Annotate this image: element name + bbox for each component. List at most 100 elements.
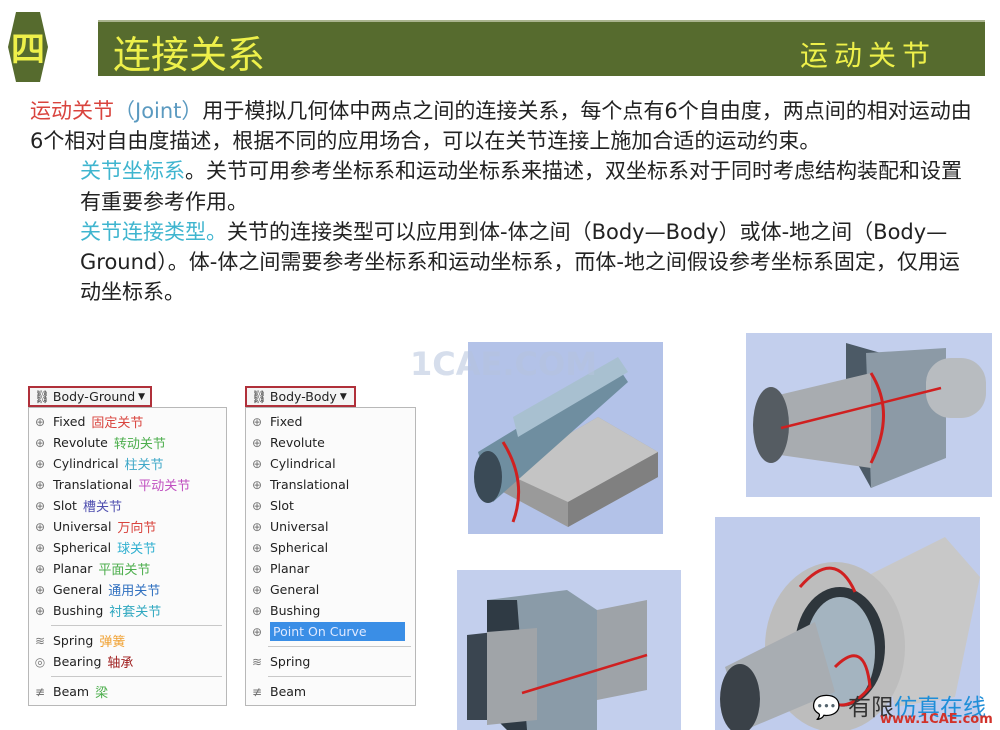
joint-icon: ⊕: [34, 435, 46, 450]
item-label: Translational: [270, 477, 350, 492]
joint-icon: ⊕: [34, 519, 46, 534]
paragraph-coord: 关节坐标系。关节可用参考坐标系和运动坐标系来描述，双坐标系对于同时考虑结构装配和…: [30, 156, 975, 216]
paragraph-text: 。关节可用参考坐标系和运动坐标系来描述，双坐标系对于同时考虑结构装配和设置有重要…: [80, 159, 962, 214]
menu-item-planar[interactable]: ⊕ Planar 平面关节: [29, 558, 226, 579]
item-chinese-label: 梁: [95, 686, 109, 701]
item-label: Beam: [270, 684, 307, 699]
item-chinese-label: 转动关节: [113, 437, 166, 452]
joint-icon: ⊕: [251, 456, 263, 471]
item-label: Fixed: [53, 414, 86, 429]
watermark-url: www.1CAE.com: [880, 712, 993, 727]
menu-item-spherical[interactable]: ⊕ Spherical 球关节: [29, 537, 226, 558]
menu-item-revolute[interactable]: ⊕ Revolute: [246, 432, 415, 453]
body-body-dropdown[interactable]: ⛓ Body-Body ▼: [245, 386, 356, 407]
menu-item-bearing[interactable]: ◎ Bearing 轴承: [29, 651, 226, 672]
joint-icon: ⊕: [34, 498, 46, 513]
joint-icon: ⊕: [34, 414, 46, 429]
joint-connection-icon: ⛓: [251, 388, 267, 404]
chevron-down-icon: ▼: [138, 391, 146, 402]
wechat-icon: 💬: [812, 695, 841, 721]
menu-separator: [268, 646, 411, 647]
menu-item-universal[interactable]: ⊕ Universal 万向节: [29, 516, 226, 537]
term-types: 关节连接类型。: [80, 219, 227, 244]
menu-item-bushing[interactable]: ⊕ Bushing 衬套关节: [29, 600, 226, 621]
body-ground-menu: ⛓ Body-Ground ▼ ⊕ Fixed 固定关节 ⊕ Revolute 转动关节 ⊕ Cy…: [28, 386, 227, 706]
item-label: Planar: [270, 561, 310, 576]
section-number: 四: [11, 30, 45, 70]
joint-icon: ⊕: [251, 561, 263, 576]
body-ground-list: ⊕ Fixed 固定关节 ⊕ Revolute 转动关节 ⊕ Cylindrical 柱关节 ⊕ T…: [28, 407, 227, 706]
menu-separator: [51, 625, 222, 626]
item-chinese-label: 柱关节: [124, 458, 164, 473]
item-label: Universal: [270, 519, 329, 534]
item-label: Bushing: [270, 603, 321, 618]
item-label: Cylindrical: [53, 456, 119, 471]
item-label: Slot: [270, 498, 294, 513]
paragraph-types: 关节连接类型。关节的连接类型可以应用到体-体之间（Body—Body）或体-地之…: [30, 217, 975, 308]
beam-icon: ≢: [34, 684, 46, 699]
body-body-menu: ⛓ Body-Body ▼ ⊕ Fixed ⊕ Revolute ⊕ Cylindrical ⊕…: [245, 386, 416, 706]
menu-separator: [268, 676, 411, 677]
dropdown-label: Body-Ground: [52, 389, 136, 404]
menu-item-point-on-curve[interactable]: ⊕ Point On Curve: [246, 621, 415, 642]
cylindrical-joint-image: [746, 333, 992, 497]
body-text: 运动关节（Joint）用于模拟几何体中两点之间的连接关系，每个点有6个自由度，两…: [30, 96, 975, 307]
slide-subtitle: 运动关节: [800, 39, 937, 72]
joint-icon: ⊕: [34, 540, 46, 555]
item-label: Bearing: [53, 654, 102, 669]
item-label: Spherical: [270, 540, 329, 555]
item-label: Spring: [270, 654, 311, 669]
menu-item-fixed[interactable]: ⊕ Fixed 固定关节: [29, 411, 226, 432]
menu-item-beam[interactable]: ≢ Beam 梁: [29, 681, 226, 702]
menu-item-slot[interactable]: ⊕ Slot: [246, 495, 415, 516]
menu-item-bushing[interactable]: ⊕ Bushing: [246, 600, 415, 621]
item-label: Spring: [53, 633, 94, 648]
item-label: Beam: [53, 684, 90, 699]
menu-item-slot[interactable]: ⊕ Slot 槽关节: [29, 495, 226, 516]
menu-item-spring[interactable]: ≋ Spring: [246, 651, 415, 672]
item-chinese-label: 弹簧: [99, 635, 126, 650]
menu-item-cylindrical[interactable]: ⊕ Cylindrical 柱关节: [29, 453, 226, 474]
menu-item-universal[interactable]: ⊕ Universal: [246, 516, 415, 537]
translational-joint-image: [457, 570, 681, 730]
item-label: Spherical: [53, 540, 112, 555]
item-chinese-label: 球关节: [117, 542, 157, 557]
menu-item-spring[interactable]: ≋ Spring 弹簧: [29, 630, 226, 651]
menu-item-spherical[interactable]: ⊕ Spherical: [246, 537, 415, 558]
body-body-list: ⊕ Fixed ⊕ Revolute ⊕ Cylindrical ⊕ Translationa…: [245, 407, 416, 706]
item-chinese-label: 万向节: [117, 521, 157, 536]
item-label: General: [270, 582, 320, 597]
menu-item-general[interactable]: ⊕ General: [246, 579, 415, 600]
item-chinese-label: 平动关节: [138, 479, 191, 494]
menu-item-fixed[interactable]: ⊕ Fixed: [246, 411, 415, 432]
joint-icon: ⊕: [251, 603, 263, 618]
item-label: Revolute: [53, 435, 108, 450]
joint-icon: ⊕: [34, 561, 46, 576]
item-label: Universal: [53, 519, 112, 534]
joint-icon: ⊕: [251, 582, 263, 597]
item-label: Bushing: [53, 603, 104, 618]
body-ground-dropdown[interactable]: ⛓ Body-Ground ▼: [28, 386, 152, 407]
paragraph-joint: 运动关节（Joint）用于模拟几何体中两点之间的连接关系，每个点有6个自由度，两…: [30, 96, 975, 156]
menu-item-revolute[interactable]: ⊕ Revolute 转动关节: [29, 432, 226, 453]
menu-item-general[interactable]: ⊕ General 通用关节: [29, 579, 226, 600]
bearing-icon: ◎: [34, 654, 46, 669]
term-joint-en: （Joint）: [114, 99, 203, 123]
menu-item-planar[interactable]: ⊕ Planar: [246, 558, 415, 579]
watermark-1cae: 1CAE.COM: [410, 345, 598, 383]
dropdown-label: Body-Body: [269, 389, 337, 404]
menu-item-cylindrical[interactable]: ⊕ Cylindrical: [246, 453, 415, 474]
item-label: Planar: [53, 561, 93, 576]
joint-icon: ⊕: [251, 519, 263, 534]
item-chinese-label: 固定关节: [91, 416, 144, 431]
menu-item-translational[interactable]: ⊕ Translational: [246, 474, 415, 495]
term-joint: 运动关节: [30, 99, 114, 123]
chevron-down-icon: ▼: [339, 391, 347, 402]
menu-item-translational[interactable]: ⊕ Translational 平动关节: [29, 474, 226, 495]
item-label: Slot: [53, 498, 77, 513]
item-label: Translational: [53, 477, 133, 492]
spring-icon: ≋: [34, 633, 46, 648]
item-chinese-label: 平面关节: [98, 563, 151, 578]
menu-item-beam[interactable]: ≢ Beam: [246, 681, 415, 702]
slide-title: 连接关系: [113, 33, 266, 77]
